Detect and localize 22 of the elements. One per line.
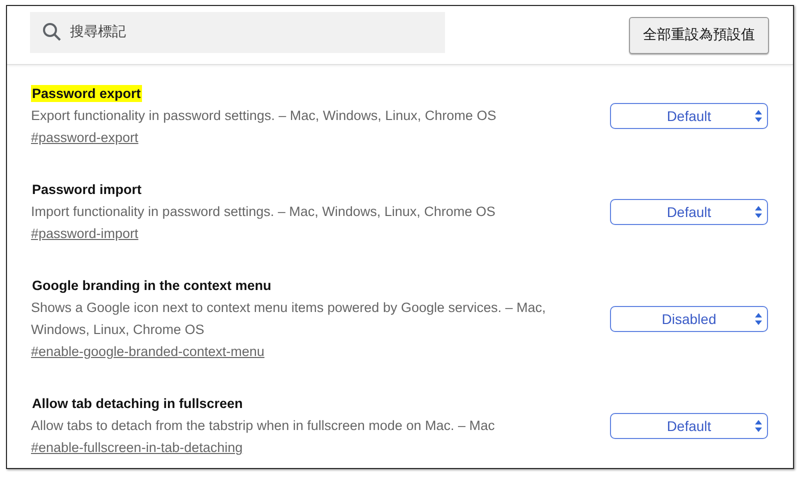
up-down-arrows-icon	[755, 110, 762, 122]
flag-link[interactable]: #password-import	[31, 226, 138, 241]
up-down-arrows-icon	[755, 420, 762, 432]
value-dropdown[interactable]: Default	[610, 199, 768, 225]
reset-all-button[interactable]: 全部重設為預設值	[629, 16, 769, 54]
flag-description: Export functionality in password settings. – Mac, Windows, Linux, Chrome OS	[31, 107, 498, 125]
value-dropdown[interactable]: Disabled	[610, 306, 768, 332]
up-down-arrows-icon	[755, 206, 762, 218]
flag-title: Password import	[31, 181, 143, 198]
flag-link[interactable]: #enable-fullscreen-in-tab-detaching	[31, 440, 243, 455]
value-dropdown[interactable]: Default	[610, 413, 768, 439]
search-field[interactable]: 搜尋標記	[30, 12, 445, 52]
flag-link[interactable]: #enable-google-branded-context-menu	[31, 344, 264, 359]
up-down-arrows-icon	[755, 313, 762, 325]
value-dropdown[interactable]: Default	[610, 103, 768, 129]
flag-description: Shows a Google icon next to context menu items powered by Google services. – Mac, Windows, Linux, Chrome OS	[31, 299, 547, 339]
flag-title: Password export	[31, 85, 142, 102]
flag-link[interactable]: #password-export	[31, 130, 138, 145]
flag-title: Allow tab detaching in fullscreen	[31, 395, 244, 412]
flag-description: Allow tabs to detach from the tabstrip when in fullscreen mode on Mac. – Mac	[31, 417, 496, 435]
flag-title: Google branding in the context menu	[31, 277, 272, 294]
flag-description: Import functionality in password settings. – Mac, Windows, Linux, Chrome OS	[31, 203, 496, 221]
